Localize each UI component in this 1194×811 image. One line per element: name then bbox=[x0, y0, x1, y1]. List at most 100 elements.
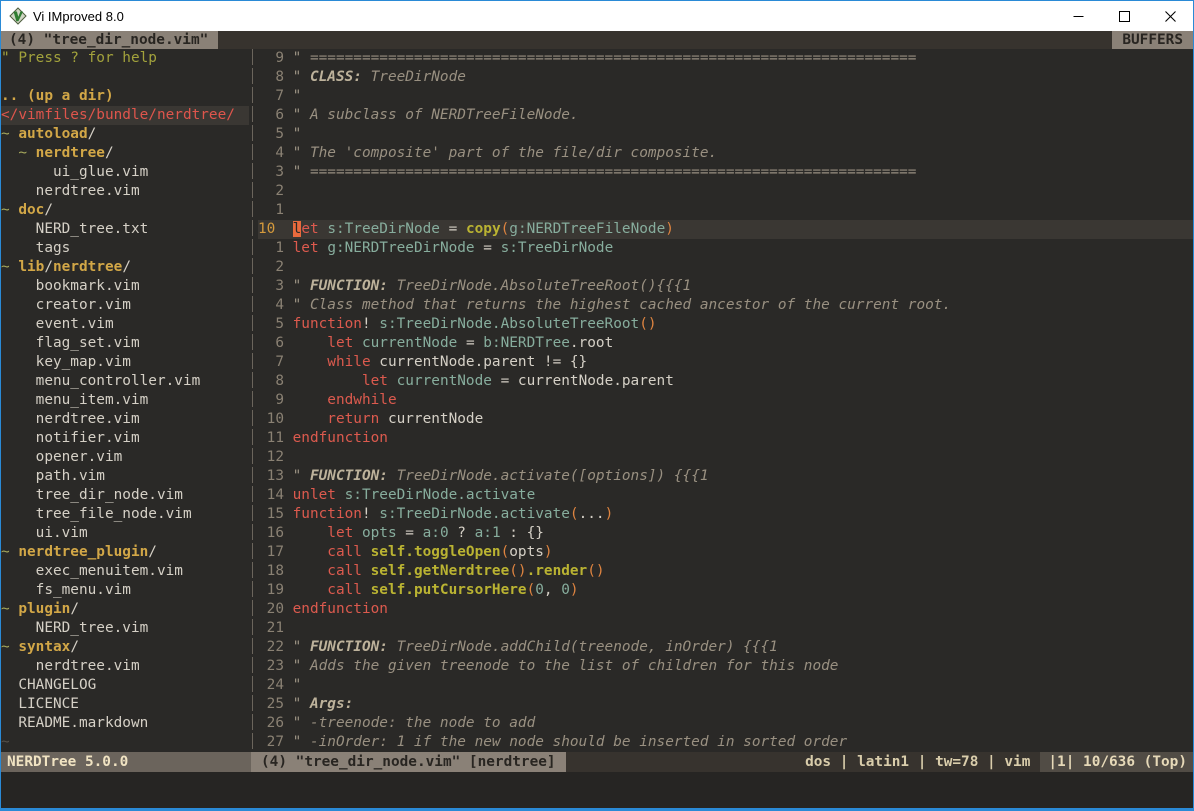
code-line[interactable]: 19 call self.putCursorHere(0, 0) bbox=[258, 581, 1193, 600]
code-line[interactable]: 25 " Args: bbox=[258, 695, 1193, 714]
line-number: 14 bbox=[258, 486, 293, 505]
tree-item[interactable]: event.vim bbox=[1, 315, 249, 334]
code-line[interactable]: 9 " ====================================… bbox=[258, 49, 1193, 68]
code-line[interactable]: 26 " -treenode: the node to add bbox=[258, 714, 1193, 733]
code-line[interactable]: 4 " The 'composite' part of the file/dir… bbox=[258, 144, 1193, 163]
line-number: 18 bbox=[258, 562, 293, 581]
tree-item[interactable] bbox=[1, 68, 249, 87]
tree-item[interactable]: README.markdown bbox=[1, 714, 249, 733]
syntax-segment bbox=[1, 563, 36, 579]
tree-item[interactable]: path.vim bbox=[1, 467, 249, 486]
syntax-segment: ~ bbox=[1, 734, 10, 750]
tree-item[interactable]: nerdtree.vim bbox=[1, 182, 249, 201]
tree-item[interactable]: tags bbox=[1, 239, 249, 258]
tree-item[interactable]: notifier.vim bbox=[1, 429, 249, 448]
code-line[interactable]: 18 call self.getNerdtree().render() bbox=[258, 562, 1193, 581]
tree-item[interactable]: ~ doc/ bbox=[1, 201, 249, 220]
tree-item[interactable]: tree_dir_node.vim bbox=[1, 486, 249, 505]
tree-item[interactable]: exec_menuitem.vim bbox=[1, 562, 249, 581]
syntax-segment bbox=[1, 183, 36, 199]
tree-item[interactable]: menu_controller.vim bbox=[1, 372, 249, 391]
code-line[interactable]: 6 let currentNode = b:NERDTree.root bbox=[258, 334, 1193, 353]
tree-item[interactable]: ~ nerdtree/ bbox=[1, 144, 249, 163]
tree-item[interactable]: nerdtree.vim bbox=[1, 410, 249, 429]
tree-item[interactable]: key_map.vim bbox=[1, 353, 249, 372]
tree-item[interactable]: .. (up a dir) bbox=[1, 87, 249, 106]
code-line[interactable]: 7 while currentNode.parent != {} bbox=[258, 353, 1193, 372]
syntax-segment: / bbox=[105, 145, 114, 161]
code-line[interactable]: 7 " bbox=[258, 87, 1193, 106]
code-line[interactable]: 11 endfunction bbox=[258, 429, 1193, 448]
code-line[interactable]: 16 let opts = a:0 ? a:1 : {} bbox=[258, 524, 1193, 543]
line-number: 6 bbox=[258, 334, 293, 353]
code-line[interactable]: 1 bbox=[258, 201, 1193, 220]
code-line[interactable]: 8 " CLASS: TreeDirNode bbox=[258, 68, 1193, 87]
syntax-segment: 0 bbox=[561, 582, 570, 598]
syntax-segment: s:TreeDirNode.activate bbox=[345, 487, 536, 503]
code-line[interactable]: 10 return currentNode bbox=[258, 410, 1193, 429]
tree-item[interactable]: CHANGELOG bbox=[1, 676, 249, 695]
syntax-segment bbox=[353, 525, 362, 541]
code-line[interactable]: 4 " Class method that returns the highes… bbox=[258, 296, 1193, 315]
code-line[interactable]: 3 " FUNCTION: TreeDirNode.AbsoluteTreeRo… bbox=[258, 277, 1193, 296]
code-line[interactable]: 12 bbox=[258, 448, 1193, 467]
syntax-segment bbox=[1, 392, 36, 408]
code-line[interactable]: 20 endfunction bbox=[258, 600, 1193, 619]
syntax-segment bbox=[293, 354, 328, 370]
code-line[interactable]: 15 function! s:TreeDirNode.activate(...) bbox=[258, 505, 1193, 524]
tree-root-item[interactable]: </vimfiles/bundle/nerdtree/ bbox=[1, 106, 249, 125]
tree-item[interactable]: ~ nerdtree_plugin/ bbox=[1, 543, 249, 562]
tree-item[interactable]: LICENCE bbox=[1, 695, 249, 714]
tree-item[interactable]: bookmark.vim bbox=[1, 277, 249, 296]
tree-item[interactable]: nerdtree.vim bbox=[1, 657, 249, 676]
code-line[interactable]: 2 bbox=[258, 258, 1193, 277]
code-line[interactable]: 17 call self.toggleOpen(opts) bbox=[258, 543, 1193, 562]
code-line[interactable]: 3 " ====================================… bbox=[258, 163, 1193, 182]
code-line[interactable]: 14 unlet s:TreeDirNode.activate bbox=[258, 486, 1193, 505]
code-line[interactable]: 22 " FUNCTION: TreeDirNode.addChild(tree… bbox=[258, 638, 1193, 657]
tree-item[interactable]: opener.vim bbox=[1, 448, 249, 467]
tree-item[interactable]: NERD_tree.vim bbox=[1, 619, 249, 638]
tree-item[interactable]: ui.vim bbox=[1, 524, 249, 543]
tab-current[interactable]: (4) "tree_dir_node.vim" bbox=[1, 31, 218, 49]
tree-item[interactable]: menu_item.vim bbox=[1, 391, 249, 410]
tree-item[interactable]: ~ autoload/ bbox=[1, 125, 249, 144]
vim-window: Vi IMproved 8.0 (4) "tree_dir_node.vim" … bbox=[0, 0, 1194, 811]
line-number: 5 bbox=[258, 315, 293, 334]
code-line[interactable]: 24 " bbox=[258, 676, 1193, 695]
code-line[interactable]: 8 let currentNode = currentNode.parent bbox=[258, 372, 1193, 391]
code-line[interactable]: 2 bbox=[258, 182, 1193, 201]
code-line[interactable]: 5 function! s:TreeDirNode.AbsoluteTreeRo… bbox=[258, 315, 1193, 334]
tree-item[interactable]: NERD_tree.txt bbox=[1, 220, 249, 239]
code-line[interactable]: 27 " -inOrder: 1 if the new node should … bbox=[258, 733, 1193, 752]
tree-item[interactable]: fs_menu.vim bbox=[1, 581, 249, 600]
tree-item[interactable]: creator.vim bbox=[1, 296, 249, 315]
tree-item[interactable]: tree_file_node.vim bbox=[1, 505, 249, 524]
syntax-segment: .. (up a dir) bbox=[1, 88, 114, 104]
syntax-segment: endwhile bbox=[327, 392, 396, 408]
tree-item[interactable]: ~ bbox=[1, 733, 249, 752]
tree-item[interactable]: ~ plugin/ bbox=[1, 600, 249, 619]
line-number: 19 bbox=[258, 581, 293, 600]
code-line[interactable]: 1 let g:NERDTreeDirNode = s:TreeDirNode bbox=[258, 239, 1193, 258]
syntax-segment: exec_menuitem.vim bbox=[36, 563, 183, 579]
tree-item[interactable]: ~ lib/nerdtree/ bbox=[1, 258, 249, 277]
tree-item[interactable]: ~ syntax/ bbox=[1, 638, 249, 657]
maximize-button[interactable] bbox=[1101, 1, 1147, 31]
code-line[interactable]: 23 " Adds the given treenode to the list… bbox=[258, 657, 1193, 676]
close-button[interactable] bbox=[1147, 1, 1193, 31]
code-line[interactable]: 6 " A subclass of NERDTreeFileNode. bbox=[258, 106, 1193, 125]
code-line[interactable]: 5 " bbox=[258, 125, 1193, 144]
code-line[interactable]: 10 let s:TreeDirNode = copy(g:NERDTreeFi… bbox=[258, 220, 1193, 239]
line-number: 12 bbox=[258, 448, 293, 467]
code-line[interactable]: 21 bbox=[258, 619, 1193, 638]
window-separator[interactable] bbox=[249, 49, 258, 752]
syntax-segment bbox=[1, 411, 36, 427]
minimize-button[interactable] bbox=[1055, 1, 1101, 31]
tree-item[interactable]: ui_glue.vim bbox=[1, 163, 249, 182]
code-line[interactable]: 13 " FUNCTION: TreeDirNode.activate([opt… bbox=[258, 467, 1193, 486]
command-line[interactable] bbox=[1, 772, 1193, 808]
tree-item[interactable]: " Press ? for help bbox=[1, 49, 249, 68]
code-line[interactable]: 9 endwhile bbox=[258, 391, 1193, 410]
tree-item[interactable]: flag_set.vim bbox=[1, 334, 249, 353]
